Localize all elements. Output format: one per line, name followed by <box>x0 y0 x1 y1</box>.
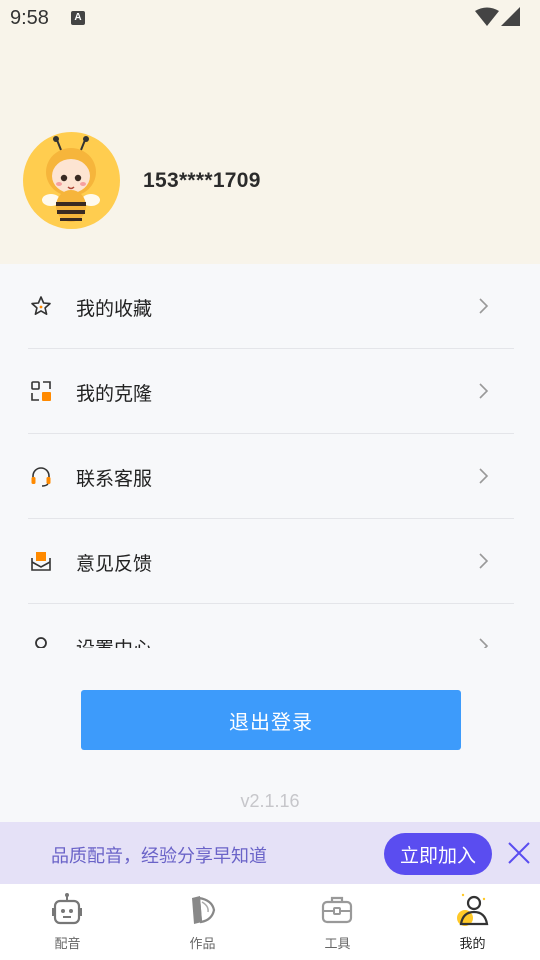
chevron-right-icon <box>479 638 489 648</box>
menu-item-label: 意见反馈 <box>76 553 153 575</box>
chevron-right-icon <box>479 383 489 399</box>
menu-item-customer-service[interactable]: 联系客服 <box>28 434 514 519</box>
user-phone-number: 153****1709 <box>143 169 261 192</box>
user-icon <box>457 893 489 926</box>
clone-icon <box>31 381 51 401</box>
join-now-button[interactable]: 立即加入 <box>384 833 492 875</box>
profile-header: 153****1709 <box>0 36 540 264</box>
promo-banner: 品质配音，经验分享早知道 立即加入 <box>0 822 540 884</box>
tab-label: 作品 <box>189 937 216 952</box>
bee-mascot-icon <box>42 136 100 222</box>
star-icon <box>31 296 51 315</box>
tab-mine[interactable]: 我的 <box>405 884 540 960</box>
status-time: 9:58 <box>10 7 49 29</box>
chevron-right-icon <box>479 553 489 569</box>
menu-item-clone[interactable]: 我的克隆 <box>28 349 514 434</box>
close-icon[interactable] <box>506 840 532 866</box>
logout-button[interactable]: 退出登录 <box>81 690 461 750</box>
menu-list: 我的收藏 我的克隆 联系客服 意见反馈 <box>0 264 540 648</box>
settings-icon <box>35 637 47 648</box>
signal-icon <box>501 7 520 26</box>
chevron-right-icon <box>479 468 489 484</box>
status-bar: 9:58 A <box>0 0 540 36</box>
robot-icon <box>52 893 82 925</box>
menu-item-label: 我的收藏 <box>76 298 153 320</box>
app-version: v2.1.16 <box>240 791 300 811</box>
menu-item-label: 联系客服 <box>76 468 153 490</box>
tab-dubbing[interactable]: 配音 <box>0 884 135 960</box>
tab-label: 配音 <box>54 937 81 952</box>
feedback-mail-icon <box>31 552 51 571</box>
menu-item-label: 我的克隆 <box>76 383 153 405</box>
menu-item-feedback[interactable]: 意见反馈 <box>28 519 514 604</box>
menu-item-label: 设置中心 <box>76 634 152 648</box>
tab-works[interactable]: 作品 <box>135 884 270 960</box>
banner-text: 品质配音，经验分享早知道 <box>51 846 267 867</box>
tab-tools[interactable]: 工具 <box>270 884 405 960</box>
menu-item-favorites[interactable]: 我的收藏 <box>28 264 514 349</box>
chevron-right-icon <box>479 298 489 314</box>
works-icon <box>192 896 216 924</box>
tab-label: 我的 <box>459 937 486 952</box>
menu-item-settings[interactable]: 设置中心 <box>28 604 514 648</box>
wifi-icon <box>475 7 499 26</box>
bottom-tab-bar: 配音 作品 工具 我的 <box>0 884 540 960</box>
avatar[interactable] <box>23 132 120 229</box>
toolbox-icon <box>321 896 353 924</box>
headset-icon <box>31 467 51 487</box>
notification-a-icon: A <box>71 11 85 25</box>
tab-label: 工具 <box>324 937 351 952</box>
